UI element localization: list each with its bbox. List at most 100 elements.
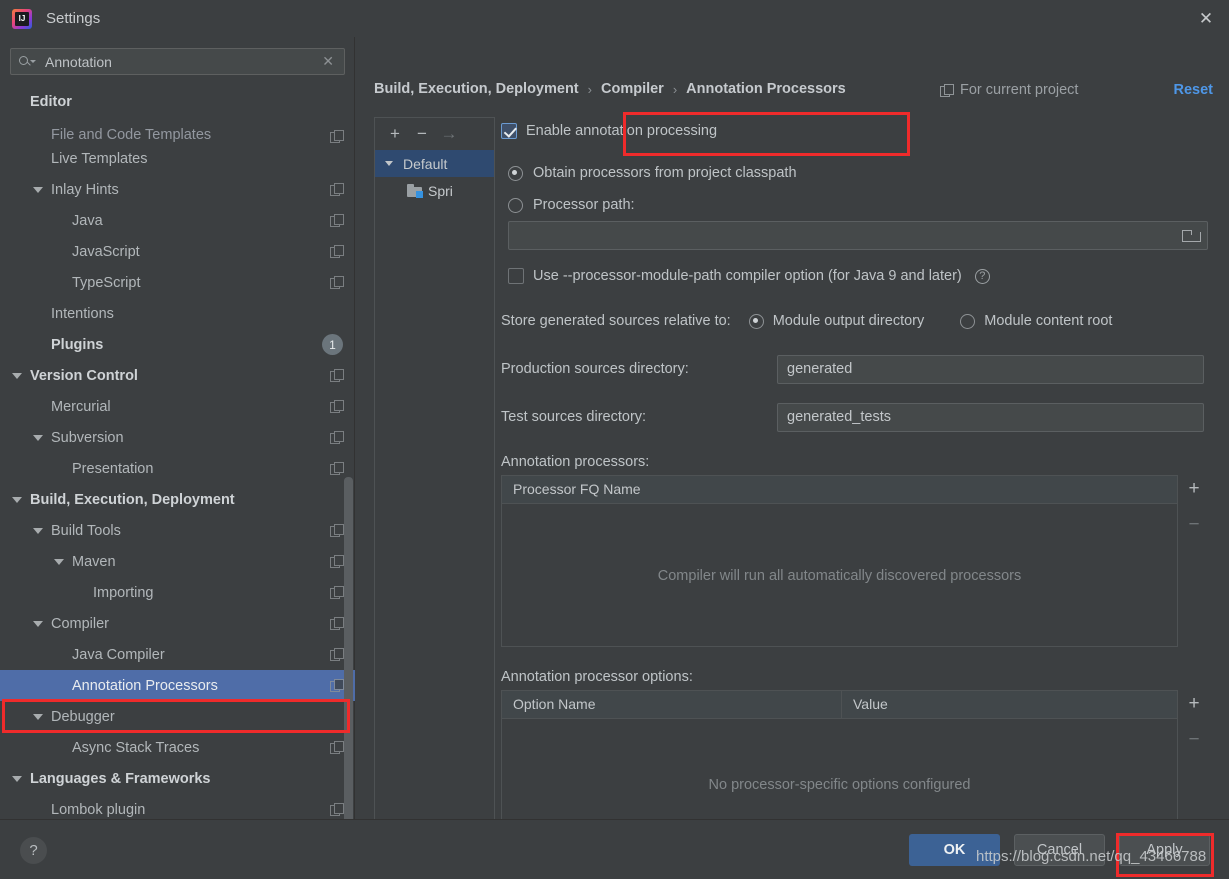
copy-settings-icon[interactable] — [330, 555, 344, 568]
copy-settings-icon[interactable] — [330, 183, 344, 196]
remove-processor-button[interactable]: − — [1182, 513, 1206, 537]
sidebar-item-inlay-hints[interactable]: Inlay Hints — [0, 174, 355, 205]
sidebar-item-compiler[interactable]: Compiler — [0, 608, 355, 639]
copy-settings-icon[interactable] — [330, 130, 344, 143]
module-content-root-radio[interactable] — [960, 313, 976, 329]
breadcrumb-item[interactable]: Build, Execution, Deployment — [374, 81, 579, 97]
help-button[interactable]: ? — [20, 837, 47, 864]
ok-button[interactable]: OK — [909, 834, 1000, 866]
sidebar-item-async-stack-traces[interactable]: Async Stack Traces — [0, 732, 355, 763]
search-input[interactable] — [45, 53, 323, 70]
module-content-root-option[interactable]: Module content root — [960, 313, 1112, 329]
chevron-down-icon[interactable] — [52, 559, 66, 565]
browse-folder-icon[interactable] — [1182, 229, 1201, 242]
column-processor-fq-name[interactable]: Processor FQ Name — [502, 476, 1177, 503]
copy-settings-icon[interactable] — [330, 245, 344, 258]
breadcrumb: Build, Execution, Deployment › Compiler › An… — [374, 81, 846, 97]
sidebar-item-typescript[interactable]: TypeScript — [0, 267, 355, 298]
copy-settings-icon[interactable] — [330, 431, 344, 444]
add-option-button[interactable]: + — [1182, 692, 1206, 716]
sidebar-item-languages-frameworks[interactable]: Languages & Frameworks — [0, 763, 355, 794]
processor-path-row[interactable]: Processor path: — [508, 189, 1217, 221]
search-box[interactable]: ✕ — [10, 48, 345, 75]
chevron-down-icon[interactable] — [31, 714, 45, 720]
chevron-down-icon[interactable] — [31, 621, 45, 627]
module-output-directory-option[interactable]: Module output directory — [748, 313, 924, 329]
processor-module-path-row[interactable]: Use --processor-module-path compiler opt… — [508, 262, 1217, 290]
sidebar-item-importing[interactable]: Importing — [0, 577, 355, 608]
settings-content: Build, Execution, Deployment › Compiler › An… — [356, 37, 1229, 850]
test-sources-input[interactable] — [777, 402, 1204, 432]
close-icon[interactable]: ✕ — [1183, 0, 1229, 37]
enable-annotation-processing-checkbox[interactable] — [501, 123, 517, 139]
breadcrumb-item[interactable]: Compiler — [601, 81, 664, 97]
annotation-processors-form: Enable annotation processing Obtain proc… — [501, 112, 1217, 850]
copy-settings-icon[interactable] — [330, 462, 344, 475]
column-option-value[interactable]: Value — [841, 691, 1177, 718]
sidebar-item-annotation-processors[interactable]: Annotation Processors — [0, 670, 355, 701]
sidebar-item-editor[interactable]: Editor — [0, 86, 355, 117]
sidebar-item-label: Intentions — [51, 305, 114, 322]
processor-module-path-checkbox[interactable] — [508, 268, 524, 284]
sidebar-scrollbar[interactable] — [344, 477, 353, 847]
copy-settings-icon[interactable] — [330, 369, 344, 382]
sidebar-item-file-and-code-templates[interactable]: File and Code Templates — [0, 117, 355, 143]
column-option-name[interactable]: Option Name — [502, 691, 841, 718]
sidebar-item-subversion[interactable]: Subversion — [0, 422, 355, 453]
chevron-down-icon[interactable] — [31, 528, 45, 534]
sidebar-item-mercurial[interactable]: Mercurial — [0, 391, 355, 422]
module-output-directory-radio[interactable] — [748, 313, 764, 329]
add-module-button[interactable]: + — [384, 123, 406, 145]
copy-settings-icon[interactable] — [330, 276, 344, 289]
copy-settings-icon[interactable] — [330, 214, 344, 227]
copy-settings-icon[interactable] — [330, 741, 344, 754]
sidebar-item-presentation[interactable]: Presentation — [0, 453, 355, 484]
chevron-down-icon[interactable] — [10, 776, 24, 782]
module-item-default[interactable]: Default — [375, 150, 494, 177]
breadcrumb-item[interactable]: Annotation Processors — [686, 81, 846, 97]
obtain-classpath-radio[interactable] — [508, 165, 523, 181]
sidebar-item-javascript[interactable]: JavaScript — [0, 236, 355, 267]
remove-module-button[interactable]: − — [411, 123, 433, 145]
sidebar-item-maven[interactable]: Maven — [0, 546, 355, 577]
sidebar-item-java-compiler[interactable]: Java Compiler — [0, 639, 355, 670]
move-module-button[interactable]: → — [438, 123, 460, 145]
add-processor-button[interactable]: + — [1182, 477, 1206, 501]
sidebar-item-plugins[interactable]: Plugins 1 — [0, 329, 355, 360]
copy-settings-icon[interactable] — [330, 586, 344, 599]
processor-path-field[interactable] — [508, 221, 1208, 250]
obtain-classpath-row[interactable]: Obtain processors from project classpath — [508, 157, 1217, 189]
sidebar-item-live-templates[interactable]: Live Templates — [0, 143, 355, 174]
remove-option-button[interactable]: − — [1182, 728, 1206, 752]
annotation-processors-table[interactable]: Processor FQ Name Compiler will run all … — [501, 475, 1178, 647]
copy-settings-icon[interactable] — [330, 524, 344, 537]
sidebar-item-build-tools[interactable]: Build Tools — [0, 515, 355, 546]
production-sources-input[interactable] — [777, 354, 1204, 384]
copy-settings-icon[interactable] — [330, 803, 344, 816]
sidebar-item-lombok-plugin[interactable]: Lombok plugin — [0, 794, 355, 819]
copy-settings-icon[interactable] — [330, 400, 344, 413]
chevron-down-icon[interactable] — [10, 497, 24, 503]
sidebar-item-version-control[interactable]: Version Control — [0, 360, 355, 391]
reset-link[interactable]: Reset — [1174, 82, 1214, 98]
apply-button[interactable]: Apply — [1119, 834, 1210, 866]
sidebar-item-java[interactable]: Java — [0, 205, 355, 236]
processor-path-radio[interactable] — [508, 197, 523, 213]
chevron-down-icon[interactable] — [31, 435, 45, 441]
sidebar-item-build-execution-deployment[interactable]: Build, Execution, Deployment — [0, 484, 355, 515]
chevron-down-icon[interactable] — [10, 373, 24, 379]
cancel-button[interactable]: Cancel — [1014, 834, 1105, 866]
sidebar-item-debugger[interactable]: Debugger — [0, 701, 355, 732]
clear-search-icon[interactable]: ✕ — [322, 53, 334, 70]
sidebar-item-label: Debugger — [51, 708, 115, 725]
sidebar-item-label: Compiler — [51, 615, 110, 632]
chevron-down-icon[interactable] — [31, 187, 45, 193]
enable-annotation-processing-row[interactable]: Enable annotation processing — [501, 117, 1217, 145]
sidebar-item-intentions[interactable]: Intentions — [0, 298, 355, 329]
copy-settings-icon[interactable] — [330, 617, 344, 630]
module-item-spri[interactable]: Spri — [375, 177, 494, 204]
chevron-down-icon[interactable] — [381, 161, 397, 166]
copy-settings-icon[interactable] — [330, 679, 344, 692]
copy-settings-icon[interactable] — [330, 648, 344, 661]
help-icon[interactable]: ? — [974, 268, 990, 284]
